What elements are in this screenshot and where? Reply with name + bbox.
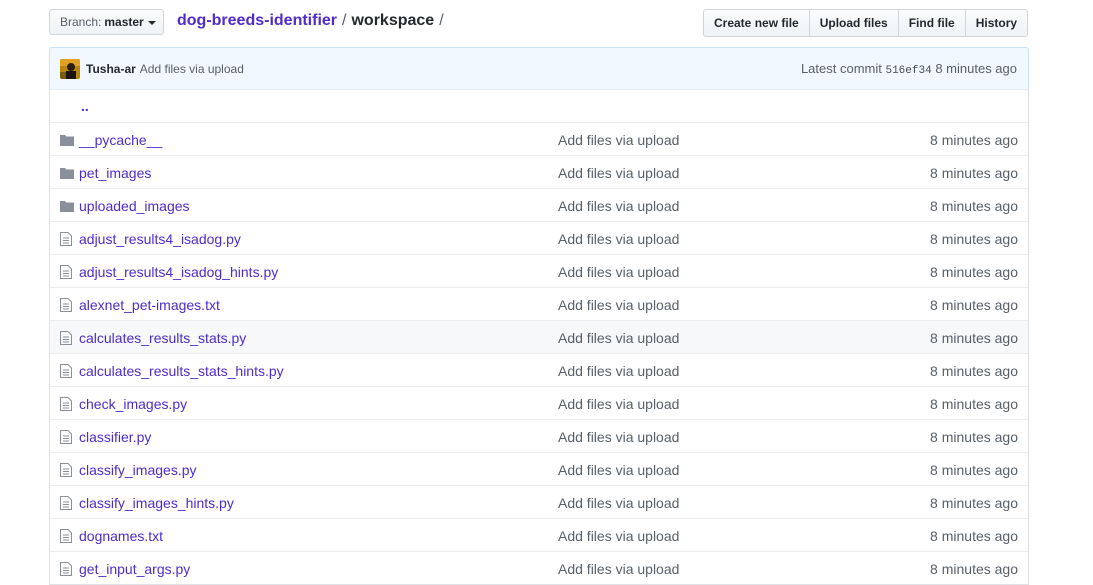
- commit-author-link[interactable]: Tusha-ar: [86, 62, 136, 76]
- folder-name-link[interactable]: __pycache__: [79, 132, 162, 148]
- branch-select-button[interactable]: Branch: master: [49, 9, 164, 35]
- latest-commit-info: Latest commit 516ef34 8 minutes ago: [801, 61, 1017, 77]
- commit-age: 8 minutes ago: [930, 396, 1018, 412]
- file-actions: Create new file Upload files Find file H…: [703, 9, 1029, 37]
- file-row[interactable]: classify_images.py Add files via upload 8 …: [50, 452, 1028, 485]
- file-icon: [60, 331, 76, 345]
- commit-message-link[interactable]: Add files via upload: [558, 330, 679, 346]
- file-icon: [60, 529, 76, 543]
- latest-commit-label: Latest commit: [800, 61, 882, 76]
- file-row[interactable]: classify_images_hints.py Add files via up…: [50, 485, 1028, 518]
- file-row[interactable]: calculates_results_stats.py Add files via…: [50, 320, 1028, 353]
- folder-row[interactable]: __pycache__ Add files via upload 8 minutes…: [50, 122, 1028, 155]
- breadcrumb: dog-breeds-identifier / workspace /: [177, 12, 449, 30]
- file-row[interactable]: dognames.txt Add files via upload 8 minute…: [50, 518, 1028, 551]
- commit-message-link[interactable]: Add files via upload: [558, 132, 679, 148]
- commit-sha-link[interactable]: 516ef34: [885, 65, 931, 77]
- commit-message-link[interactable]: Add files via upload: [558, 264, 679, 280]
- top-bar: Branch: master dog-breeds-identifier / wor…: [49, 9, 1029, 37]
- commit-message-link[interactable]: Add files via upload: [558, 165, 679, 181]
- history-button[interactable]: History: [964, 9, 1029, 37]
- commit-age: 8 minutes ago: [930, 132, 1018, 148]
- breadcrumb-separator: /: [439, 12, 444, 29]
- folder-row[interactable]: pet_images Add files via upload 8 minutes …: [50, 155, 1028, 188]
- file-name-link[interactable]: alexnet_pet-images.txt: [79, 297, 220, 313]
- folder-icon: [60, 133, 76, 147]
- parent-directory-row[interactable]: ..: [50, 89, 1028, 122]
- breadcrumb-separator: /: [342, 12, 347, 29]
- find-file-button[interactable]: Find file: [897, 9, 966, 37]
- file-icon: [60, 298, 76, 312]
- folder-name-link[interactable]: uploaded_images: [79, 198, 190, 214]
- file-icon: [60, 430, 76, 444]
- file-name-link[interactable]: classifier.py: [79, 429, 151, 445]
- file-icon: [60, 364, 76, 378]
- folder-icon: [60, 166, 76, 180]
- commit-age: 8 minutes ago: [930, 165, 1018, 181]
- branch-label: Branch:: [60, 15, 102, 29]
- commit-age: 8 minutes ago: [930, 429, 1018, 445]
- file-row[interactable]: classifier.py Add files via upload 8 minut…: [50, 419, 1028, 452]
- commit-age: 8 minutes ago: [930, 198, 1018, 214]
- file-list: .. __pycache__ Add files via upload 8 minu…: [49, 89, 1029, 585]
- caret-down-icon: [147, 20, 156, 25]
- file-icon: [60, 562, 76, 576]
- file-row[interactable]: alexnet_pet-images.txt Add files via uplo…: [50, 287, 1028, 320]
- commit-message-link[interactable]: Add files via upload: [558, 363, 679, 379]
- commit-age: 8 minutes ago: [930, 231, 1018, 247]
- file-name-link[interactable]: calculates_results_stats_hints.py: [79, 363, 284, 379]
- commit-message-link[interactable]: Add files via upload: [558, 198, 679, 214]
- commit-age: 8 minutes ago: [930, 462, 1018, 478]
- avatar[interactable]: [60, 58, 80, 79]
- commit-message-link[interactable]: Add files via upload: [558, 528, 679, 544]
- file-icon: [60, 463, 76, 477]
- commit-message-link[interactable]: Add files via upload: [558, 462, 679, 478]
- file-name-link[interactable]: check_images.py: [79, 396, 187, 412]
- file-name-link[interactable]: get_input_args.py: [79, 561, 190, 577]
- upload-files-button[interactable]: Upload files: [808, 9, 899, 37]
- commit-age: 8 minutes ago: [935, 61, 1017, 76]
- file-name-link[interactable]: classify_images_hints.py: [79, 495, 234, 511]
- file-row[interactable]: adjust_results4_isadog_hints.py Add files…: [50, 254, 1028, 287]
- file-name-link[interactable]: adjust_results4_isadog_hints.py: [79, 264, 278, 280]
- folder-name-link[interactable]: pet_images: [79, 165, 151, 181]
- commit-message-link[interactable]: Add files via upload: [558, 429, 679, 445]
- file-row[interactable]: check_images.py Add files via upload 8 min…: [50, 386, 1028, 419]
- folder-icon: [60, 199, 76, 213]
- commit-age: 8 minutes ago: [930, 528, 1018, 544]
- file-row[interactable]: adjust_results4_isadog.py Add files via u…: [50, 221, 1028, 254]
- file-name-link[interactable]: dognames.txt: [79, 528, 163, 544]
- breadcrumb-current-folder: workspace: [351, 12, 435, 29]
- folder-row[interactable]: uploaded_images Add files via upload 8 min…: [50, 188, 1028, 221]
- file-icon: [60, 496, 76, 510]
- file-icon: [60, 265, 76, 279]
- file-icon: [60, 397, 76, 411]
- file-row[interactable]: get_input_args.py Add files via upload 8 m…: [50, 551, 1028, 584]
- branch-name: master: [104, 15, 144, 29]
- commit-age: 8 minutes ago: [930, 495, 1018, 511]
- commit-message-link[interactable]: Add files via upload: [558, 297, 679, 313]
- commit-message-link[interactable]: Add files via upload: [558, 231, 679, 247]
- commit-message-link[interactable]: Add files via upload: [558, 396, 679, 412]
- commit-message-link[interactable]: Add files via upload: [558, 495, 679, 511]
- commit-message-link[interactable]: Add files via upload: [140, 62, 244, 76]
- file-name-link[interactable]: classify_images.py: [79, 462, 197, 478]
- parent-directory-link[interactable]: ..: [81, 98, 89, 114]
- commit-age: 8 minutes ago: [930, 264, 1018, 280]
- breadcrumb-repo-link[interactable]: dog-breeds-identifier: [177, 12, 337, 29]
- file-name-link[interactable]: calculates_results_stats.py: [79, 330, 246, 346]
- commit-message-link[interactable]: Add files via upload: [558, 561, 679, 577]
- file-row[interactable]: calculates_results_stats_hints.py Add fil…: [50, 353, 1028, 386]
- commit-age: 8 minutes ago: [930, 330, 1018, 346]
- file-icon: [60, 232, 76, 246]
- commit-age: 8 minutes ago: [930, 363, 1018, 379]
- commit-age: 8 minutes ago: [930, 297, 1018, 313]
- latest-commit-bar: Tusha-ar Add files via upload Latest com…: [49, 47, 1029, 90]
- commit-age: 8 minutes ago: [930, 561, 1018, 577]
- create-new-file-button[interactable]: Create new file: [703, 9, 810, 37]
- file-name-link[interactable]: adjust_results4_isadog.py: [79, 231, 241, 247]
